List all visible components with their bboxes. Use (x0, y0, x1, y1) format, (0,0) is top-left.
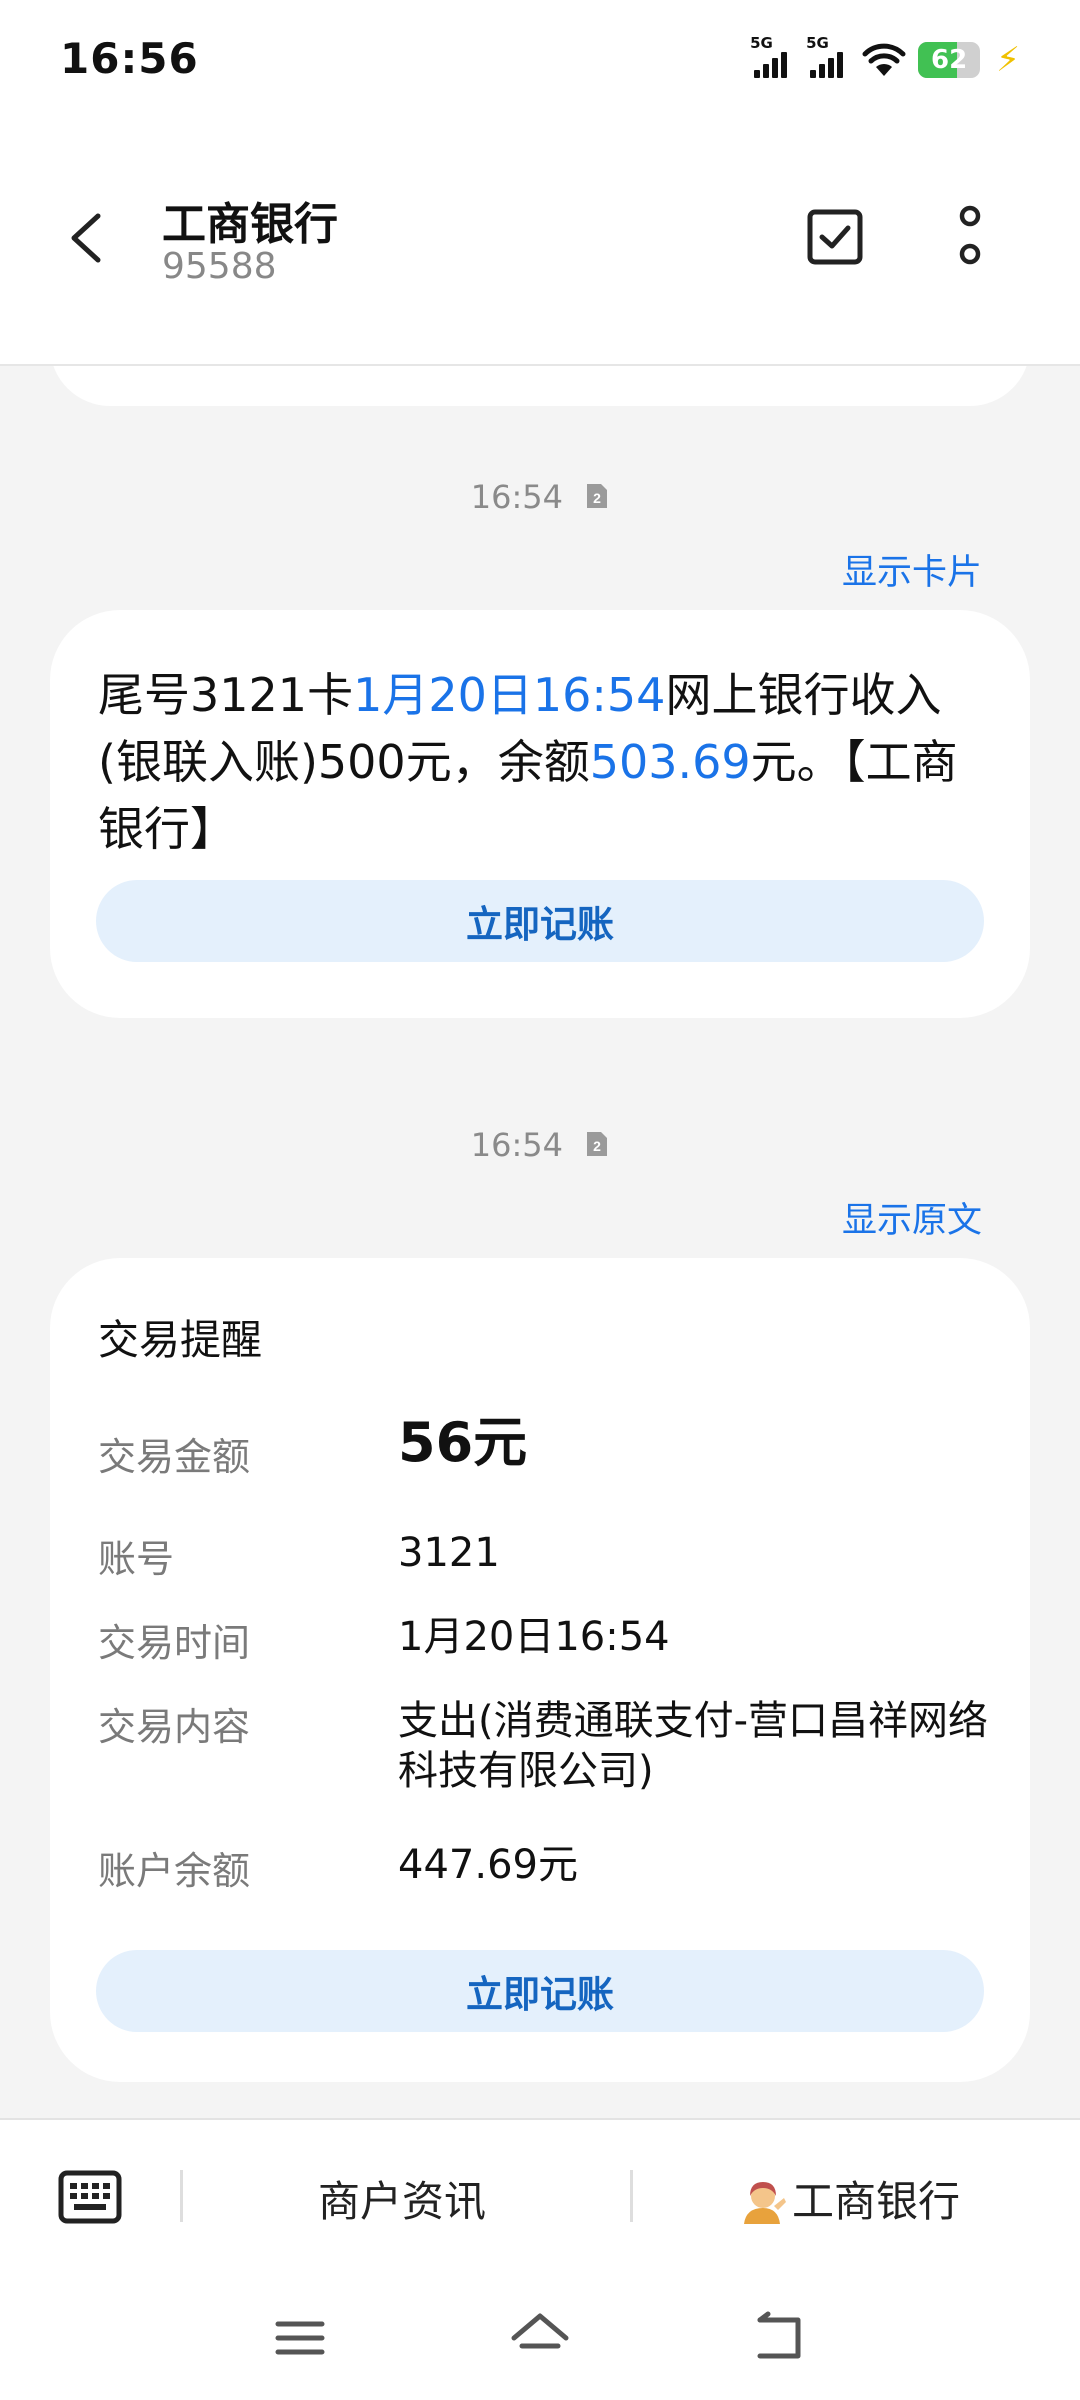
conversation-header: 工商银行 95588 (0, 118, 1080, 366)
sms-body: 尾号3121卡1月20日16:54网上银行收入(银联入账)500元，余额503.… (98, 668, 958, 856)
contact-name: 工商银行 (162, 199, 338, 250)
amount-link[interactable]: 503.69 (590, 735, 751, 789)
menu-divider (630, 2170, 633, 2222)
message-list[interactable]: 16:54 2 显示卡片 尾号3121卡1月20日16:54网上银行收入(银联入… (0, 366, 1080, 2118)
battery-icon: 62 (918, 42, 981, 78)
sim-2-icon: 2 (587, 484, 608, 508)
menu-icbc[interactable]: 工商银行 (738, 2168, 960, 2229)
bottom-menu-bar: 商户资讯 工商银行 (0, 2118, 1080, 2282)
back-icon[interactable] (750, 2310, 810, 2366)
signal-5g-1-icon: 5G (750, 34, 794, 80)
show-card-link[interactable]: 显示卡片 (842, 544, 982, 595)
date-link[interactable]: 1月20日16:54 (353, 668, 665, 722)
system-navigation-bar (0, 2282, 1080, 2400)
contact-number: 95588 (162, 246, 277, 287)
back-arrow-icon[interactable] (58, 206, 118, 270)
bookkeep-button[interactable]: 立即记账 (96, 1950, 984, 2032)
detail-row-amount: 交易金额 56元 (98, 1416, 988, 1486)
status-bar: 16:56 5G 5G 62 ⚡ (0, 0, 1080, 118)
home-icon[interactable] (510, 2310, 570, 2366)
sim-2-icon: 2 (587, 1132, 608, 1156)
show-original-link[interactable]: 显示原文 (842, 1192, 982, 1243)
transaction-amount: 56元 (398, 1411, 528, 1474)
wifi-icon (862, 43, 906, 76)
detail-row-balance: 账户余额 447.69元 (98, 1842, 578, 1893)
transaction-card[interactable]: 交易提醒 交易金额 56元 账号 3121 交易时间 1月20日16:54 交易… (50, 1258, 1030, 2082)
svg-text:2: 2 (593, 1138, 601, 1154)
detail-row-content: 交易内容 支出(消费通联支付-营口昌祥网络科技有限公司) (98, 1698, 989, 1794)
sms-message-card[interactable]: 尾号3121卡1月20日16:54网上银行收入(银联入账)500元，余额503.… (50, 610, 1030, 1018)
bookkeep-button[interactable]: 立即记账 (96, 880, 984, 962)
battery-level: 62 (931, 45, 968, 75)
signal-5g-2-icon: 5G (806, 34, 850, 80)
person-tipping-hand-icon (744, 2181, 786, 2224)
status-time: 16:56 (60, 34, 199, 83)
card-title: 交易提醒 (98, 1316, 262, 1364)
menu-merchant-info[interactable]: 商户资讯 (318, 2168, 486, 2229)
menu-divider (180, 2170, 183, 2222)
message-timestamp: 16:54 2 (0, 478, 1080, 516)
previous-message-card (50, 366, 1030, 406)
charging-icon: ⚡ (996, 40, 1020, 80)
detail-row-time: 交易时间 1月20日16:54 (98, 1614, 670, 1665)
status-icons: 5G 5G 62 ⚡ (750, 34, 1020, 82)
more-vertical-icon[interactable] (948, 204, 992, 270)
message-timestamp: 16:54 2 (0, 1126, 1080, 1164)
svg-text:2: 2 (593, 490, 601, 506)
keyboard-icon[interactable] (58, 2170, 122, 2224)
detail-row-account: 账号 3121 (98, 1530, 500, 1581)
checkbox-icon[interactable] (806, 208, 864, 266)
menu-icon[interactable] (270, 2310, 330, 2366)
